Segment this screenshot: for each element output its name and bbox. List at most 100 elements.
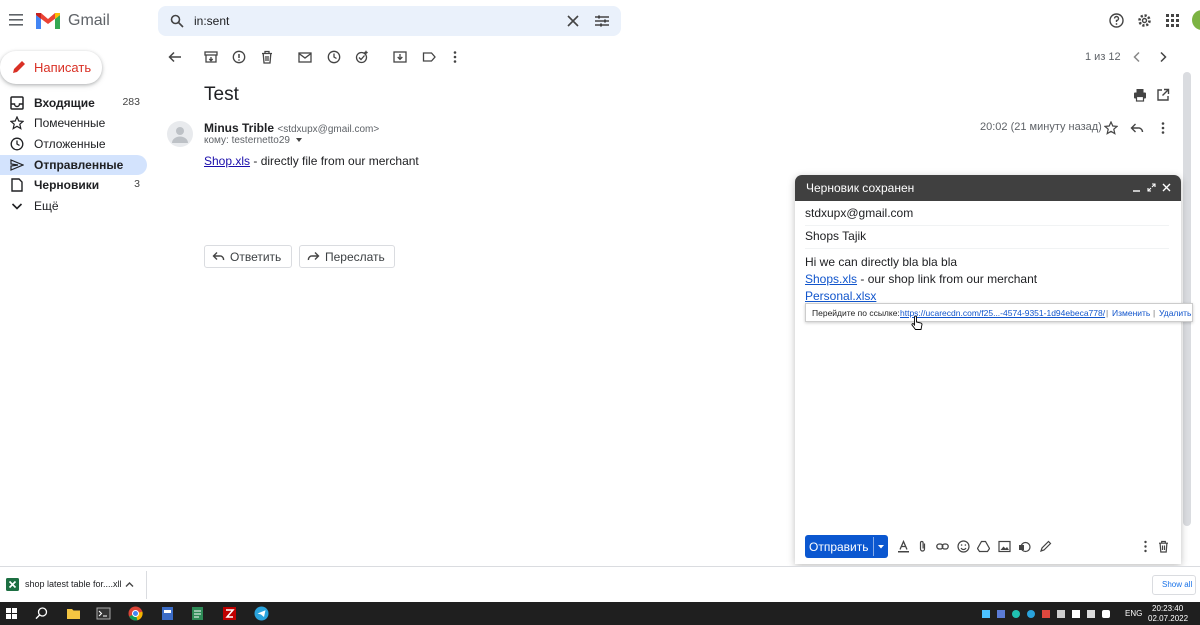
tray-icon[interactable] xyxy=(1057,610,1065,618)
formatting-options-icon[interactable] xyxy=(897,540,910,553)
apps-grid-icon[interactable] xyxy=(1166,14,1179,27)
clock-time[interactable]: 20:23:40 xyxy=(1152,604,1183,613)
close-icon[interactable] xyxy=(1162,183,1171,192)
confidential-mode-icon[interactable] xyxy=(1018,540,1031,553)
forward-button[interactable]: Переслать xyxy=(299,245,395,268)
sidebar-item-drafts[interactable]: Черновики 3 xyxy=(0,175,147,195)
back-arrow-icon[interactable] xyxy=(168,50,182,64)
subject-input[interactable]: Shops Tajik xyxy=(805,229,866,243)
link-popup-edit[interactable]: Изменить xyxy=(1112,308,1150,318)
print-icon[interactable] xyxy=(1133,88,1147,102)
subject-field[interactable]: Shops Tajik xyxy=(805,226,1169,249)
search-input[interactable]: in:sent xyxy=(194,14,229,28)
gmail-logo-icon[interactable] xyxy=(35,12,61,31)
tray-icon[interactable] xyxy=(1072,610,1080,618)
to-field[interactable]: stdxupx@gmail.com xyxy=(805,203,1169,226)
file-explorer-icon[interactable] xyxy=(66,606,81,621)
filezilla-icon[interactable] xyxy=(222,606,237,621)
send-button[interactable]: Отправить xyxy=(805,535,888,558)
help-icon[interactable] xyxy=(1109,13,1124,28)
minimize-icon[interactable] xyxy=(1132,183,1141,192)
tray-icon[interactable] xyxy=(1012,610,1020,618)
windows-start-icon[interactable] xyxy=(4,606,19,621)
link-popup-delete[interactable]: Удалить xyxy=(1159,308,1191,318)
keyboard-language[interactable]: ENG xyxy=(1125,609,1142,618)
open-new-window-icon[interactable] xyxy=(1156,88,1170,102)
show-all-downloads-button[interactable]: Show all xyxy=(1152,575,1196,595)
reply-label: Ответить xyxy=(230,250,282,264)
compose-button[interactable]: Написать xyxy=(0,51,102,84)
sender-avatar xyxy=(167,121,193,147)
label-tag-icon[interactable] xyxy=(422,50,436,64)
add-task-icon[interactable] xyxy=(355,50,369,64)
insert-link-icon[interactable] xyxy=(936,540,949,553)
taskbar-search-icon[interactable] xyxy=(34,606,49,621)
terminal-icon[interactable] xyxy=(96,606,111,621)
delete-trash-icon[interactable] xyxy=(260,50,274,64)
move-to-icon[interactable] xyxy=(393,50,407,64)
insert-emoji-icon[interactable] xyxy=(957,540,970,553)
volume-icon[interactable] xyxy=(1102,610,1110,618)
attach-file-icon[interactable] xyxy=(916,540,929,553)
search-options-icon[interactable] xyxy=(595,14,609,28)
sidebar-item-inbox[interactable]: Входящие 283 xyxy=(0,93,147,113)
more-options-icon[interactable] xyxy=(1139,540,1152,553)
shops-link[interactable]: Shops.xls xyxy=(805,272,857,286)
sidebar-item-label: Помеченные xyxy=(34,116,106,130)
discard-draft-icon[interactable] xyxy=(1157,540,1170,553)
expand-fullscreen-icon[interactable] xyxy=(1147,183,1156,192)
to-recipient[interactable]: stdxupx@gmail.com xyxy=(805,206,913,220)
search-icon[interactable] xyxy=(170,14,184,28)
clock-date[interactable]: 02.07.2022 xyxy=(1148,614,1188,623)
reply-icon xyxy=(212,250,225,263)
report-spam-icon[interactable] xyxy=(232,50,246,64)
signature-pen-icon[interactable] xyxy=(1039,540,1052,553)
recipient-line[interactable]: кому: testernetto29 xyxy=(204,135,302,146)
attachment-link[interactable]: Shop.xls xyxy=(204,154,250,168)
compose-body-line-2[interactable]: Shops.xls - our shop link from our merch… xyxy=(805,272,1037,286)
personal-link[interactable]: Personal.xlsx xyxy=(805,289,876,303)
reply-button[interactable]: Ответить xyxy=(204,245,292,268)
compose-header[interactable]: Черновик сохранен xyxy=(795,175,1181,201)
tray-icon[interactable] xyxy=(1027,610,1035,618)
chevron-down-icon xyxy=(10,199,24,213)
google-drive-icon[interactable] xyxy=(977,540,990,553)
tray-icon[interactable] xyxy=(1087,610,1095,618)
send-options-dropdown-icon[interactable] xyxy=(875,542,887,552)
recipient-dropdown-icon[interactable] xyxy=(295,138,302,143)
link-popup-url[interactable]: https://ucarecdn.com/f25...-4574-9351-1d… xyxy=(900,308,1105,318)
sidebar-item-more[interactable]: Ещё xyxy=(0,196,147,216)
search-bar[interactable]: in:sent xyxy=(158,6,621,36)
telegram-icon[interactable] xyxy=(254,606,269,621)
compose-body-line-1[interactable]: Hi we can directly bla bla bla xyxy=(805,255,957,269)
sidebar-item-sent[interactable]: Отправленные xyxy=(0,155,147,175)
download-item[interactable]: shop latest table for....xll xyxy=(4,575,144,595)
star-icon[interactable] xyxy=(1104,121,1118,135)
chrome-icon[interactable] xyxy=(128,606,143,621)
sidebar-item-count: 3 xyxy=(134,178,140,190)
chevron-left-icon[interactable] xyxy=(1130,50,1144,64)
notepad-icon[interactable] xyxy=(190,606,205,621)
tray-icon[interactable] xyxy=(997,610,1005,618)
more-vert-icon[interactable] xyxy=(448,50,462,64)
tray-icon[interactable] xyxy=(982,610,990,618)
excel-file-icon xyxy=(6,578,19,591)
insert-photo-icon[interactable] xyxy=(998,540,1011,553)
snooze-clock-icon[interactable] xyxy=(327,50,341,64)
chevron-up-icon[interactable] xyxy=(124,579,135,590)
more-vert-icon[interactable] xyxy=(1156,121,1170,135)
sender-name[interactable]: Minus Trible xyxy=(204,121,274,135)
archive-icon[interactable] xyxy=(204,50,218,64)
mark-unread-icon[interactable] xyxy=(298,50,312,64)
clear-search-icon[interactable] xyxy=(567,15,579,27)
main-menu-icon[interactable] xyxy=(9,13,25,27)
sidebar-item-snoozed[interactable]: Отложенные xyxy=(0,134,147,154)
settings-gear-icon[interactable] xyxy=(1137,13,1152,28)
app-icon[interactable] xyxy=(160,606,175,621)
compose-body-line-3[interactable]: Personal.xlsx xyxy=(805,289,876,303)
sidebar-item-starred[interactable]: Помеченные xyxy=(0,113,147,133)
tray-icon[interactable] xyxy=(1042,610,1050,618)
reply-icon[interactable] xyxy=(1130,121,1144,135)
scrollbar[interactable] xyxy=(1183,72,1191,526)
chevron-right-icon[interactable] xyxy=(1156,50,1170,64)
